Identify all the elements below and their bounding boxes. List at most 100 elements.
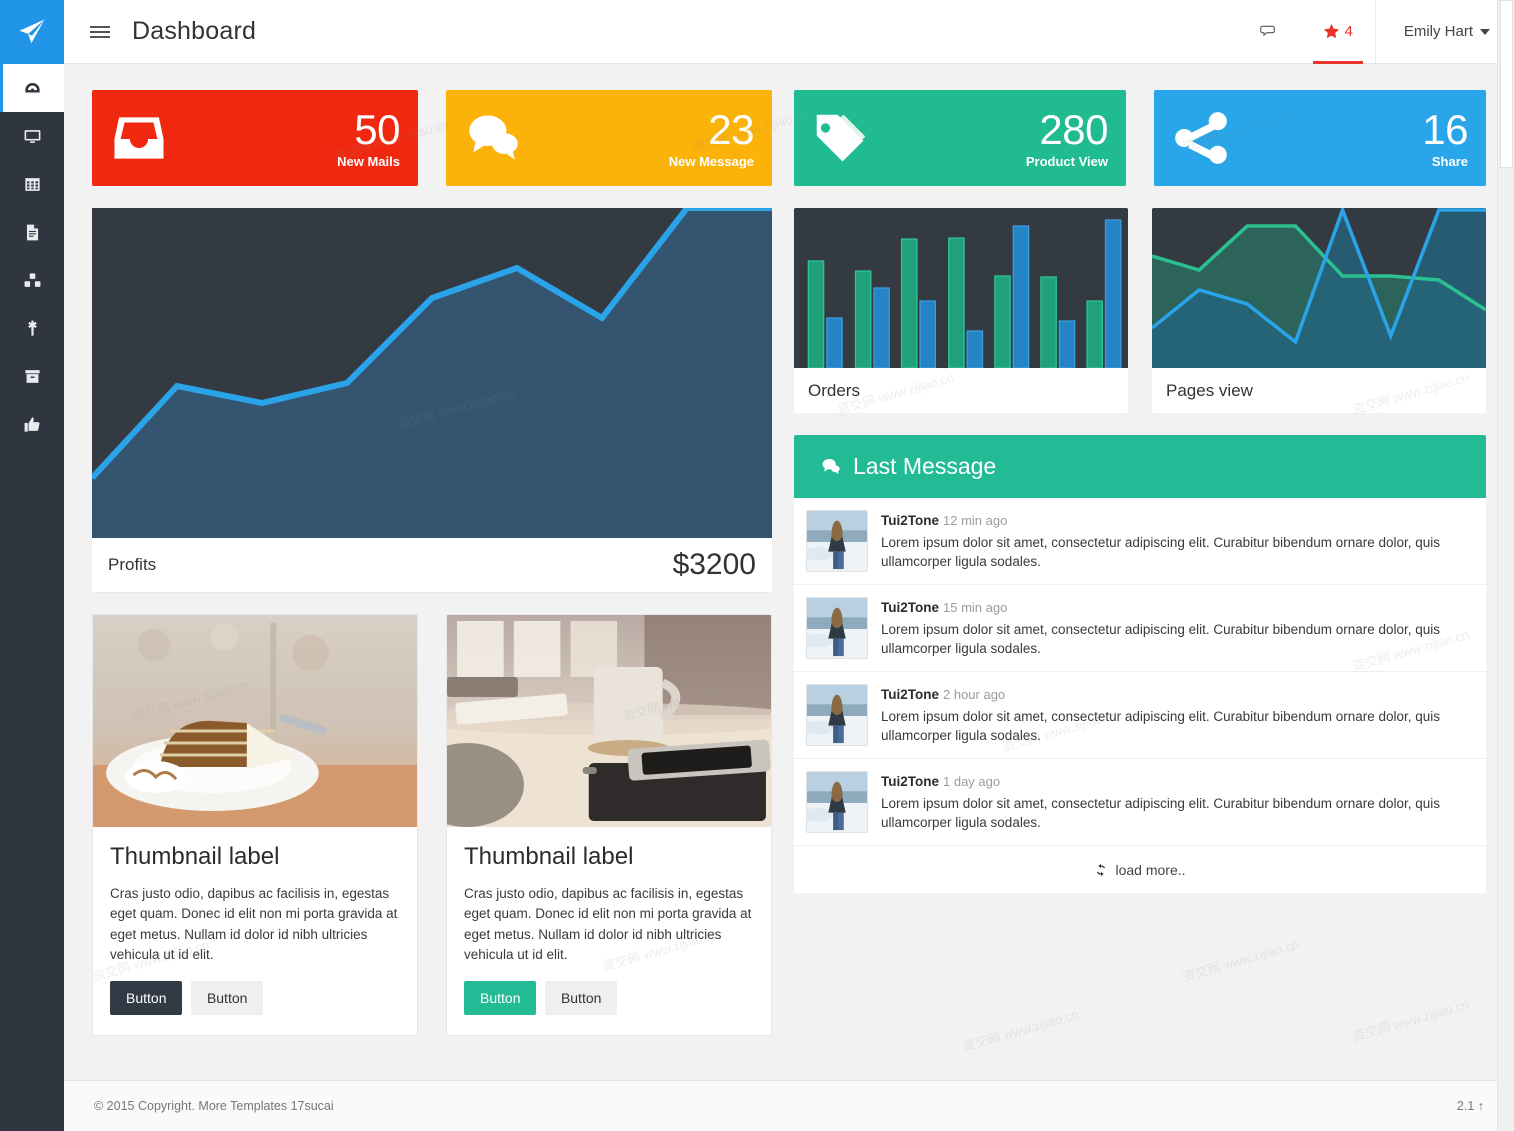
- message-meta: Tui2Tone 1 day ago: [881, 773, 1470, 791]
- brand-logo[interactable]: [0, 0, 64, 64]
- dashboard-speedometer-icon: [24, 82, 40, 92]
- message-item[interactable]: Tui2Tone 2 hour ago Lorem ipsum dolor sit …: [794, 672, 1486, 759]
- thumbnail-title: Thumbnail label: [464, 843, 634, 870]
- share-icon: [1170, 107, 1232, 169]
- message-item[interactable]: Tui2Tone 15 min ago Lorem ipsum dolor sit …: [794, 585, 1486, 672]
- last-message-title: Last Message: [853, 453, 997, 479]
- pages-view-card: Pages view: [1152, 208, 1486, 413]
- chevron-down-icon: [1480, 28, 1490, 35]
- message-text: Lorem ipsum dolor sit amet, consectetur …: [881, 709, 1441, 744]
- chat-bubble-icon: [1260, 25, 1276, 37]
- message-meta: Tui2Tone 2 hour ago: [881, 686, 1470, 704]
- stat-card-share[interactable]: 16 Share: [1154, 90, 1486, 186]
- refresh-icon: [1097, 863, 1106, 876]
- paper-plane-icon: [19, 19, 45, 44]
- hamburger-icon: [90, 35, 110, 38]
- stat-card-product-view[interactable]: 280 Product View: [794, 90, 1126, 186]
- page-title: Dashboard: [132, 17, 257, 45]
- stat-cards-right: 280 Product View 16 Share: [794, 90, 1486, 186]
- sidebar-item-components[interactable]: [0, 256, 64, 304]
- profits-area-fill: [92, 208, 772, 538]
- thumbnail-primary-button[interactable]: Button: [110, 981, 183, 1015]
- orders-footer: Orders: [794, 368, 1128, 413]
- thumbnail-cards: Thumbnail label Cras justo odio, dapibus…: [92, 614, 772, 1060]
- starred-button[interactable]: 4: [1301, 0, 1374, 64]
- message-time: 2 hour ago: [943, 687, 1006, 702]
- user-menu[interactable]: Emily Hart: [1374, 0, 1514, 64]
- stat-label: Share: [1431, 153, 1468, 169]
- sidebar-item-forms[interactable]: [0, 208, 64, 256]
- star-count: 4: [1344, 23, 1353, 40]
- message-body: Tui2Tone 15 min ago Lorem ipsum dolor sit …: [881, 597, 1470, 659]
- sidebar-item-extras[interactable]: [0, 400, 64, 448]
- user-name: Emily Hart: [1403, 23, 1473, 40]
- orders-bar-chart: [794, 208, 1128, 368]
- profits-label: Profits: [108, 555, 157, 574]
- message-time: 1 day ago: [943, 774, 1001, 789]
- message-body: Tui2Tone 2 hour ago Lorem ipsum dolor sit …: [881, 684, 1470, 746]
- thumbs-up-icon: [24, 416, 39, 432]
- avatar: [806, 684, 868, 746]
- message-item[interactable]: Tui2Tone 1 day ago Lorem ipsum dolor sit a…: [794, 759, 1486, 846]
- stat-cards-left: 50 New Mails 23 New Message: [92, 90, 772, 186]
- topbar-actions: 4 Emily Hart: [1238, 0, 1514, 64]
- sidebar-nav: [0, 64, 64, 448]
- message-item[interactable]: Tui2Tone 12 min ago Lorem ipsum dolor sit …: [794, 498, 1486, 585]
- star-icon: [1324, 23, 1340, 39]
- thumbnail-secondary-button[interactable]: Button: [544, 981, 618, 1015]
- mini-charts-row: Orders Pages view: [794, 208, 1486, 413]
- chat-button[interactable]: [1238, 0, 1301, 64]
- monitor-icon: [24, 129, 40, 143]
- sidebar-item-tables[interactable]: [0, 160, 64, 208]
- avatar: [806, 597, 868, 659]
- main-column: Dashboard 4 Emily Hart 50 New Mails 23 N…: [64, 0, 1514, 1131]
- version-and-scroll-top[interactable]: 2.1 ↑: [1457, 1099, 1484, 1113]
- stat-card-new-mails[interactable]: 50 New Mails: [92, 90, 418, 186]
- cubes-icon: [24, 272, 40, 287]
- profits-value: $3200: [672, 548, 756, 581]
- scrollbar-thumb[interactable]: [1500, 0, 1513, 168]
- menu-toggle-button[interactable]: [74, 23, 126, 41]
- page-footer: © 2015 Copyright. More Templates 17sucai…: [64, 1080, 1514, 1131]
- thumbnail-card: Thumbnail label Cras justo odio, dapibus…: [446, 614, 772, 1036]
- stat-card-new-message[interactable]: 23 New Message: [446, 90, 772, 186]
- stat-text: 50 New Mails: [337, 105, 400, 168]
- sidebar-item-archive[interactable]: [0, 352, 64, 400]
- inbox-icon: [108, 107, 170, 169]
- stat-value: 16: [1422, 105, 1468, 153]
- sidebar: [0, 0, 64, 1131]
- stat-text: 23 New Message: [668, 108, 755, 169]
- comments-icon: [462, 107, 524, 169]
- last-message-header: Last Message: [794, 435, 1486, 498]
- stat-text: 280 Product View: [1026, 105, 1109, 168]
- sidebar-item-plugins[interactable]: [0, 304, 64, 352]
- message-text: Lorem ipsum dolor sit amet, consectetur …: [881, 535, 1441, 570]
- message-text: Lorem ipsum dolor sit amet, consectetur …: [881, 622, 1441, 657]
- load-more-button[interactable]: load more..: [794, 846, 1486, 893]
- sidebar-item-ui-elements[interactable]: [0, 112, 64, 160]
- thumbnail-title: Thumbnail label: [110, 843, 280, 870]
- avatar: [806, 510, 868, 572]
- message-body: Tui2Tone 1 day ago Lorem ipsum dolor sit a…: [881, 771, 1470, 833]
- sidebar-item-dashboard[interactable]: [0, 64, 64, 112]
- stat-value: 280: [1039, 105, 1108, 153]
- desk-with-mug-and-phone-photo: [447, 615, 771, 827]
- page-scrollbar[interactable]: [1497, 0, 1514, 1131]
- message-time: 12 min ago: [943, 513, 1008, 528]
- message-meta: Tui2Tone 12 min ago: [881, 512, 1470, 530]
- thumbnail-secondary-button[interactable]: Button: [190, 981, 264, 1015]
- message-author: Tui2Tone: [881, 513, 939, 528]
- stat-label: New Message: [668, 153, 754, 169]
- profits-area-chart: [92, 208, 772, 538]
- profits-footer: Profits $3200: [92, 538, 772, 592]
- stat-text: 16 Share: [1422, 105, 1468, 169]
- document-icon: [26, 224, 38, 240]
- hamburger-icon: [90, 30, 110, 33]
- thumbnail-primary-button[interactable]: Button: [464, 981, 537, 1015]
- message-text: Lorem ipsum dolor sit amet, consectetur …: [881, 796, 1441, 831]
- message-author: Tui2Tone: [881, 774, 939, 789]
- stat-value: 50: [354, 105, 400, 153]
- tag-icon: [810, 107, 872, 169]
- message-author: Tui2Tone: [881, 687, 939, 702]
- thumbnail-card: Thumbnail label Cras justo odio, dapibus…: [92, 614, 418, 1036]
